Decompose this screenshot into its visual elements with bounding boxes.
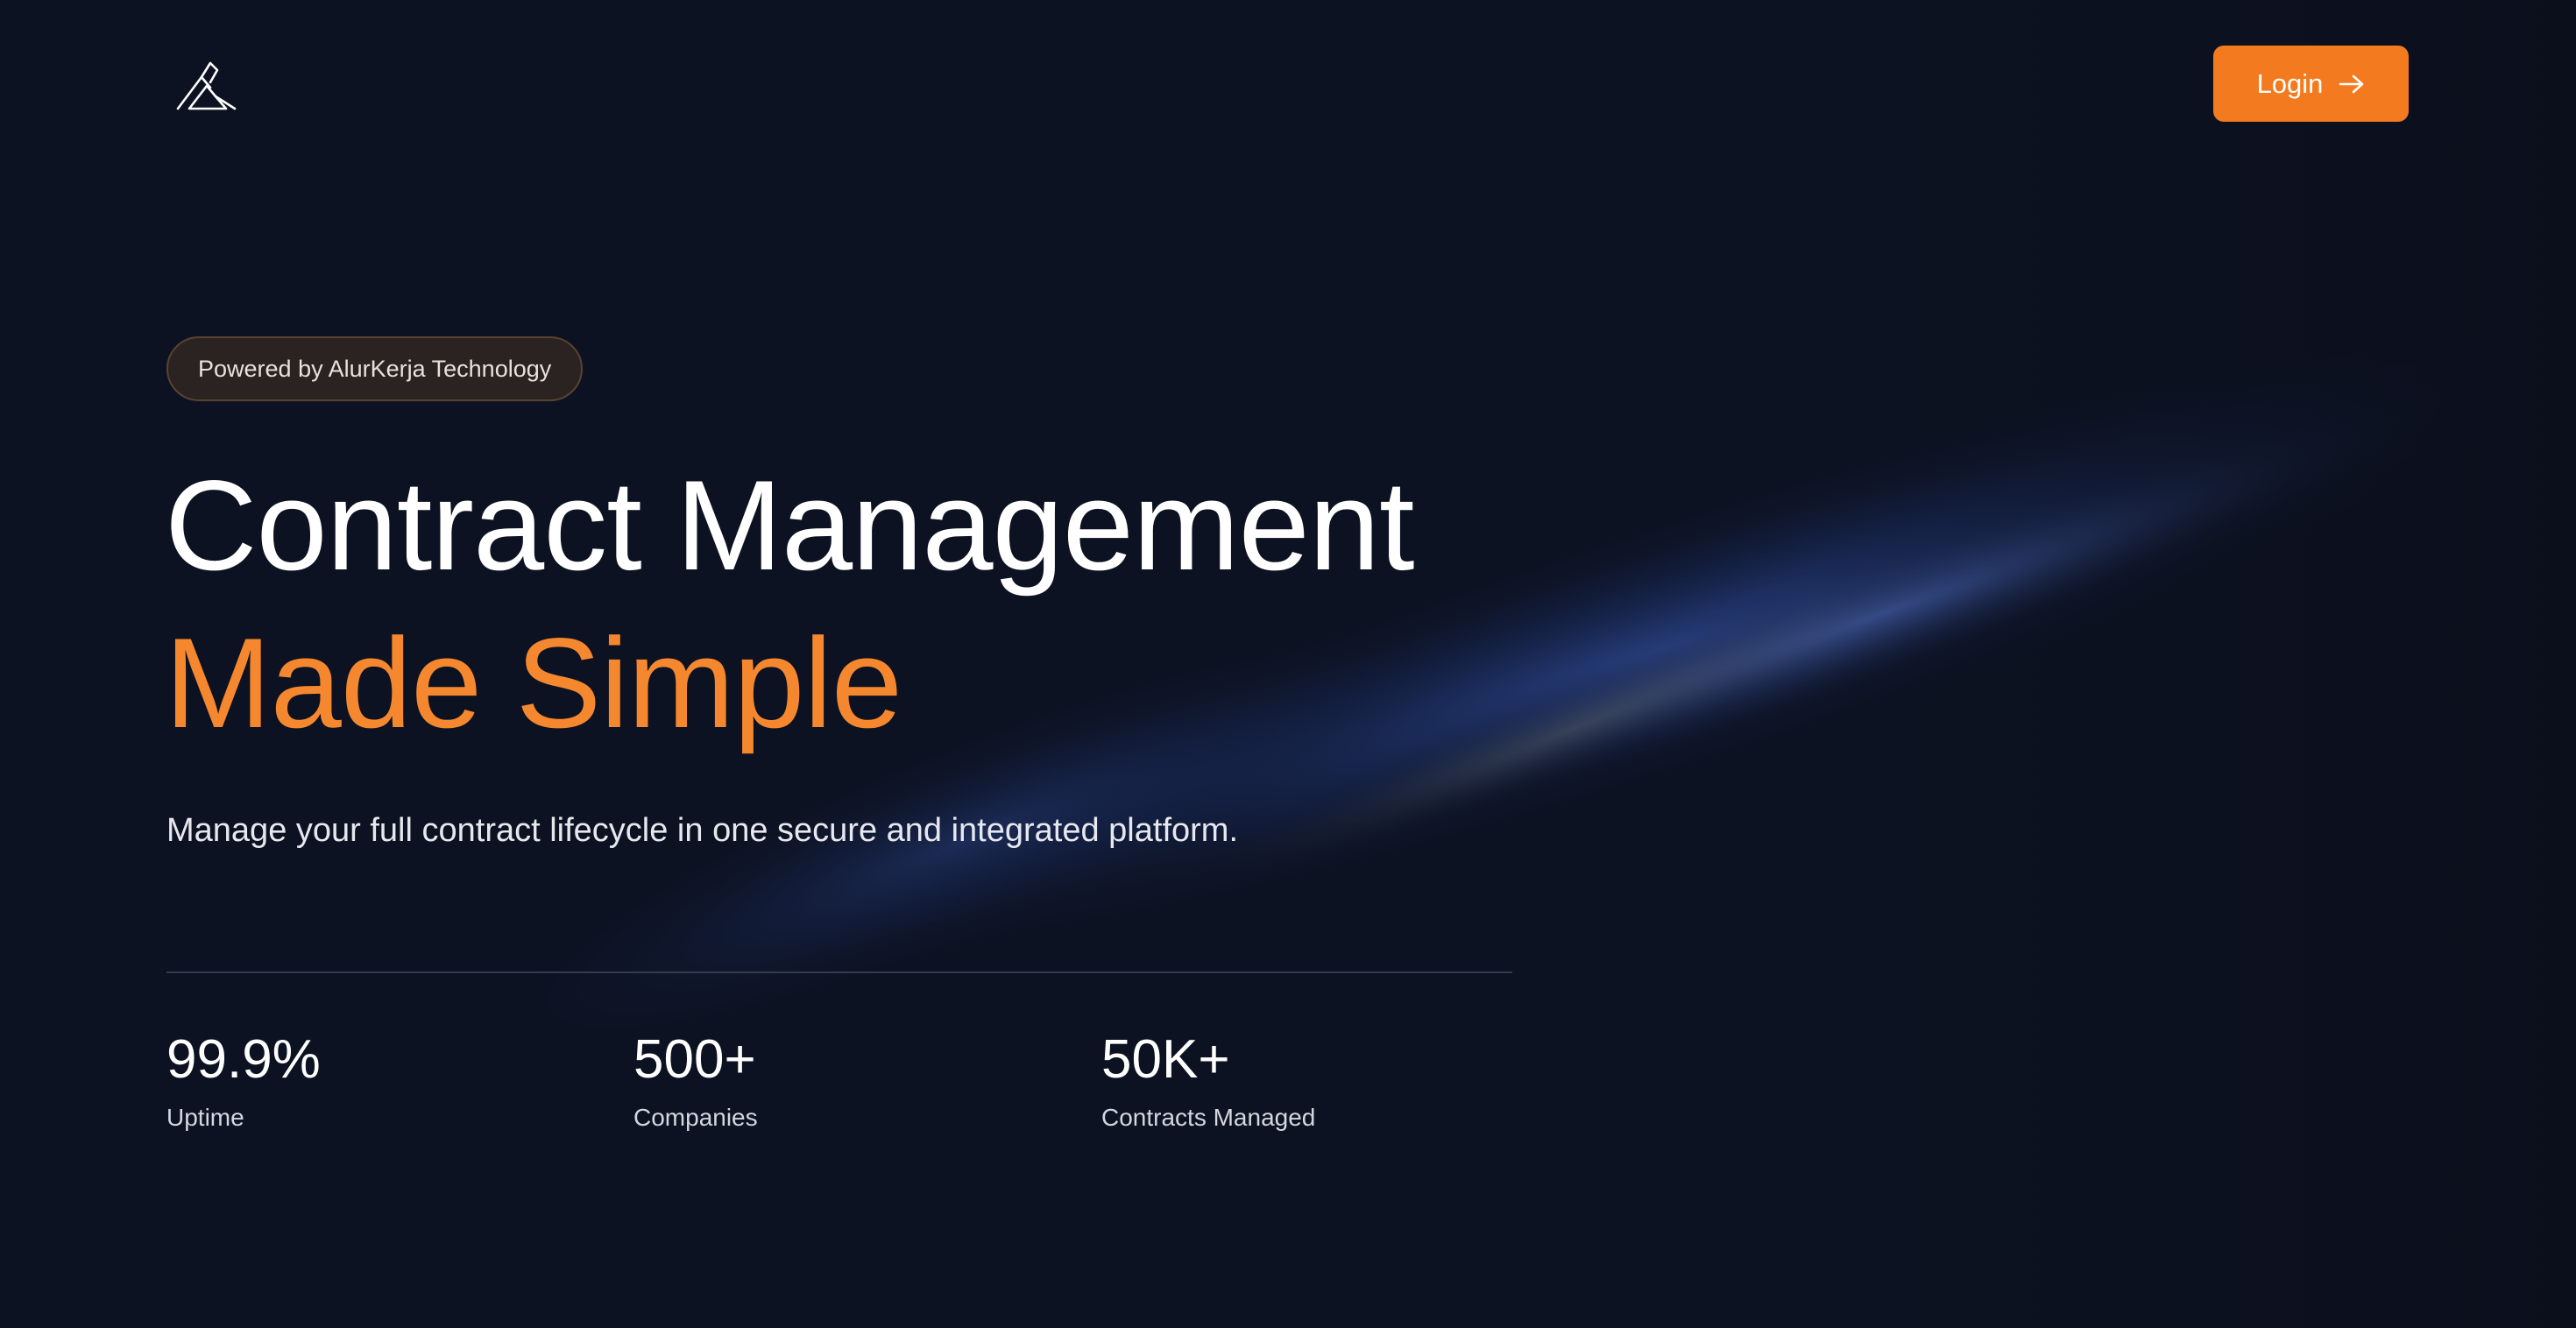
hero-title-line1: Contract Management xyxy=(165,454,1415,597)
badge-text: Powered by AlurKerja Technology xyxy=(198,355,552,382)
arrow-right-icon xyxy=(2339,74,2364,93)
stats-divider xyxy=(166,971,1512,973)
login-button-label: Login xyxy=(2256,67,2324,99)
hero-subtitle: Manage your full contract lifecycle in o… xyxy=(166,812,1238,849)
alurkerja-logo-icon[interactable] xyxy=(175,60,237,110)
login-button[interactable]: Login xyxy=(2213,46,2409,122)
stat-companies: 500+ Companies xyxy=(633,1025,758,1135)
stat-uptime: 99.9% Uptime xyxy=(166,1025,321,1135)
powered-by-badge: Powered by AlurKerja Technology xyxy=(166,336,584,401)
stat-label: Uptime xyxy=(166,1104,244,1131)
stat-value: 99.9% xyxy=(166,1029,321,1090)
stat-value: 500+ xyxy=(633,1029,756,1090)
stat-contracts-managed: 50K+ Contracts Managed xyxy=(1101,1025,1315,1135)
hero-title-line2: Made Simple xyxy=(165,611,902,754)
stat-value: 50K+ xyxy=(1101,1029,1230,1090)
stat-label: Contracts Managed xyxy=(1101,1104,1316,1131)
stat-label: Companies xyxy=(633,1104,758,1131)
hero-section: Login Powered by AlurKerja Technology Co… xyxy=(0,0,2576,1328)
